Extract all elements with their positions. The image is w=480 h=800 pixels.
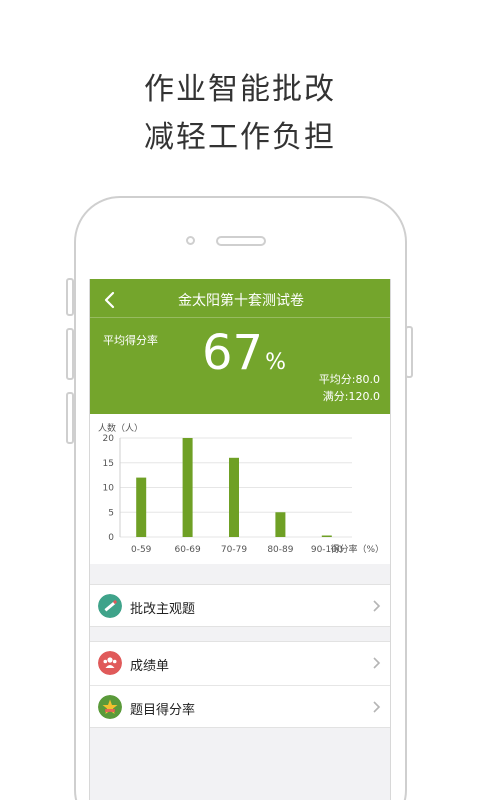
y-axis-label: 人数（人） (98, 422, 143, 434)
header-divider (90, 317, 390, 318)
pencil-icon (98, 594, 122, 618)
y-tick-label: 5 (108, 508, 114, 518)
phone-mute-switch (66, 278, 74, 316)
y-tick-label: 10 (103, 484, 115, 494)
x-tick-label: 60-69 (175, 545, 201, 555)
y-tick-label: 15 (103, 459, 114, 469)
x-tick-label: 80-89 (267, 545, 293, 555)
chart-bar (229, 457, 239, 537)
star-icon (98, 695, 122, 719)
page-title: 金太阳第十套测试卷 (178, 293, 304, 309)
chart-bar (275, 512, 286, 537)
phone-speaker (216, 236, 266, 246)
score-header: 金太阳第十套测试卷 平均得分率 67% 平均分:80.0 满分:120.0 (90, 279, 390, 414)
menu-group-2: 成绩单 题目得分率 (90, 641, 390, 728)
menu-item-question-score-rate[interactable]: 题目得分率 (90, 685, 390, 728)
chevron-right-icon (373, 600, 381, 612)
avg-rate-unit: % (265, 350, 286, 375)
menu-item-grade-subjective[interactable]: 批改主观题 (90, 585, 390, 628)
x-tick-label: 70-79 (221, 545, 247, 555)
menu-item-label: 批改主观题 (130, 602, 196, 617)
promo-headline-1: 作业智能批改 (144, 72, 336, 107)
x-tick-label: 0-59 (131, 545, 152, 555)
phone-power-button (405, 326, 413, 378)
avg-score: 平均分:80.0 (318, 373, 380, 386)
x-axis-label: 得分率（%） (330, 543, 384, 555)
menu-group-1: 批改主观题 (90, 584, 390, 628)
menu-item-transcript[interactable]: 成绩单 (90, 642, 390, 685)
y-tick-label: 0 (108, 533, 114, 543)
avg-rate-display: 67% (202, 325, 286, 381)
avg-rate-label: 平均得分率 (103, 334, 158, 347)
phone-volume-down (66, 392, 74, 444)
menu-item-label: 题目得分率 (130, 703, 196, 718)
chart-bar (321, 535, 332, 537)
phone-camera (186, 236, 195, 245)
chart-bar (136, 477, 147, 537)
people-icon (98, 651, 122, 675)
y-tick-label: 20 (103, 434, 115, 444)
score-distribution-chart: 人数（人） 0 5 10 15 20 0-59 60-69 70-79 80-89 90-100 得分… (90, 414, 390, 564)
phone-volume-up (66, 328, 74, 380)
chart-canvas: 人数（人）051015200-59 60-69 70-79 80-89 90-100得分… (98, 422, 384, 555)
menu-item-label: 成绩单 (130, 659, 170, 674)
chevron-right-icon (373, 657, 381, 669)
chevron-right-icon (373, 701, 381, 713)
promo-page: 作业智能批改 减轻工作负担 金太阳第十套测试卷 平均得分率 67% 平均分:80… (0, 0, 480, 800)
promo-headline-2: 减轻工作负担 (144, 120, 336, 155)
app-screen: 金太阳第十套测试卷 平均得分率 67% 平均分:80.0 满分:120.0 人数… (89, 279, 391, 800)
avg-rate-value: 67 (202, 325, 264, 381)
full-score: 满分:120.0 (322, 390, 380, 403)
chart-bar (182, 438, 193, 537)
